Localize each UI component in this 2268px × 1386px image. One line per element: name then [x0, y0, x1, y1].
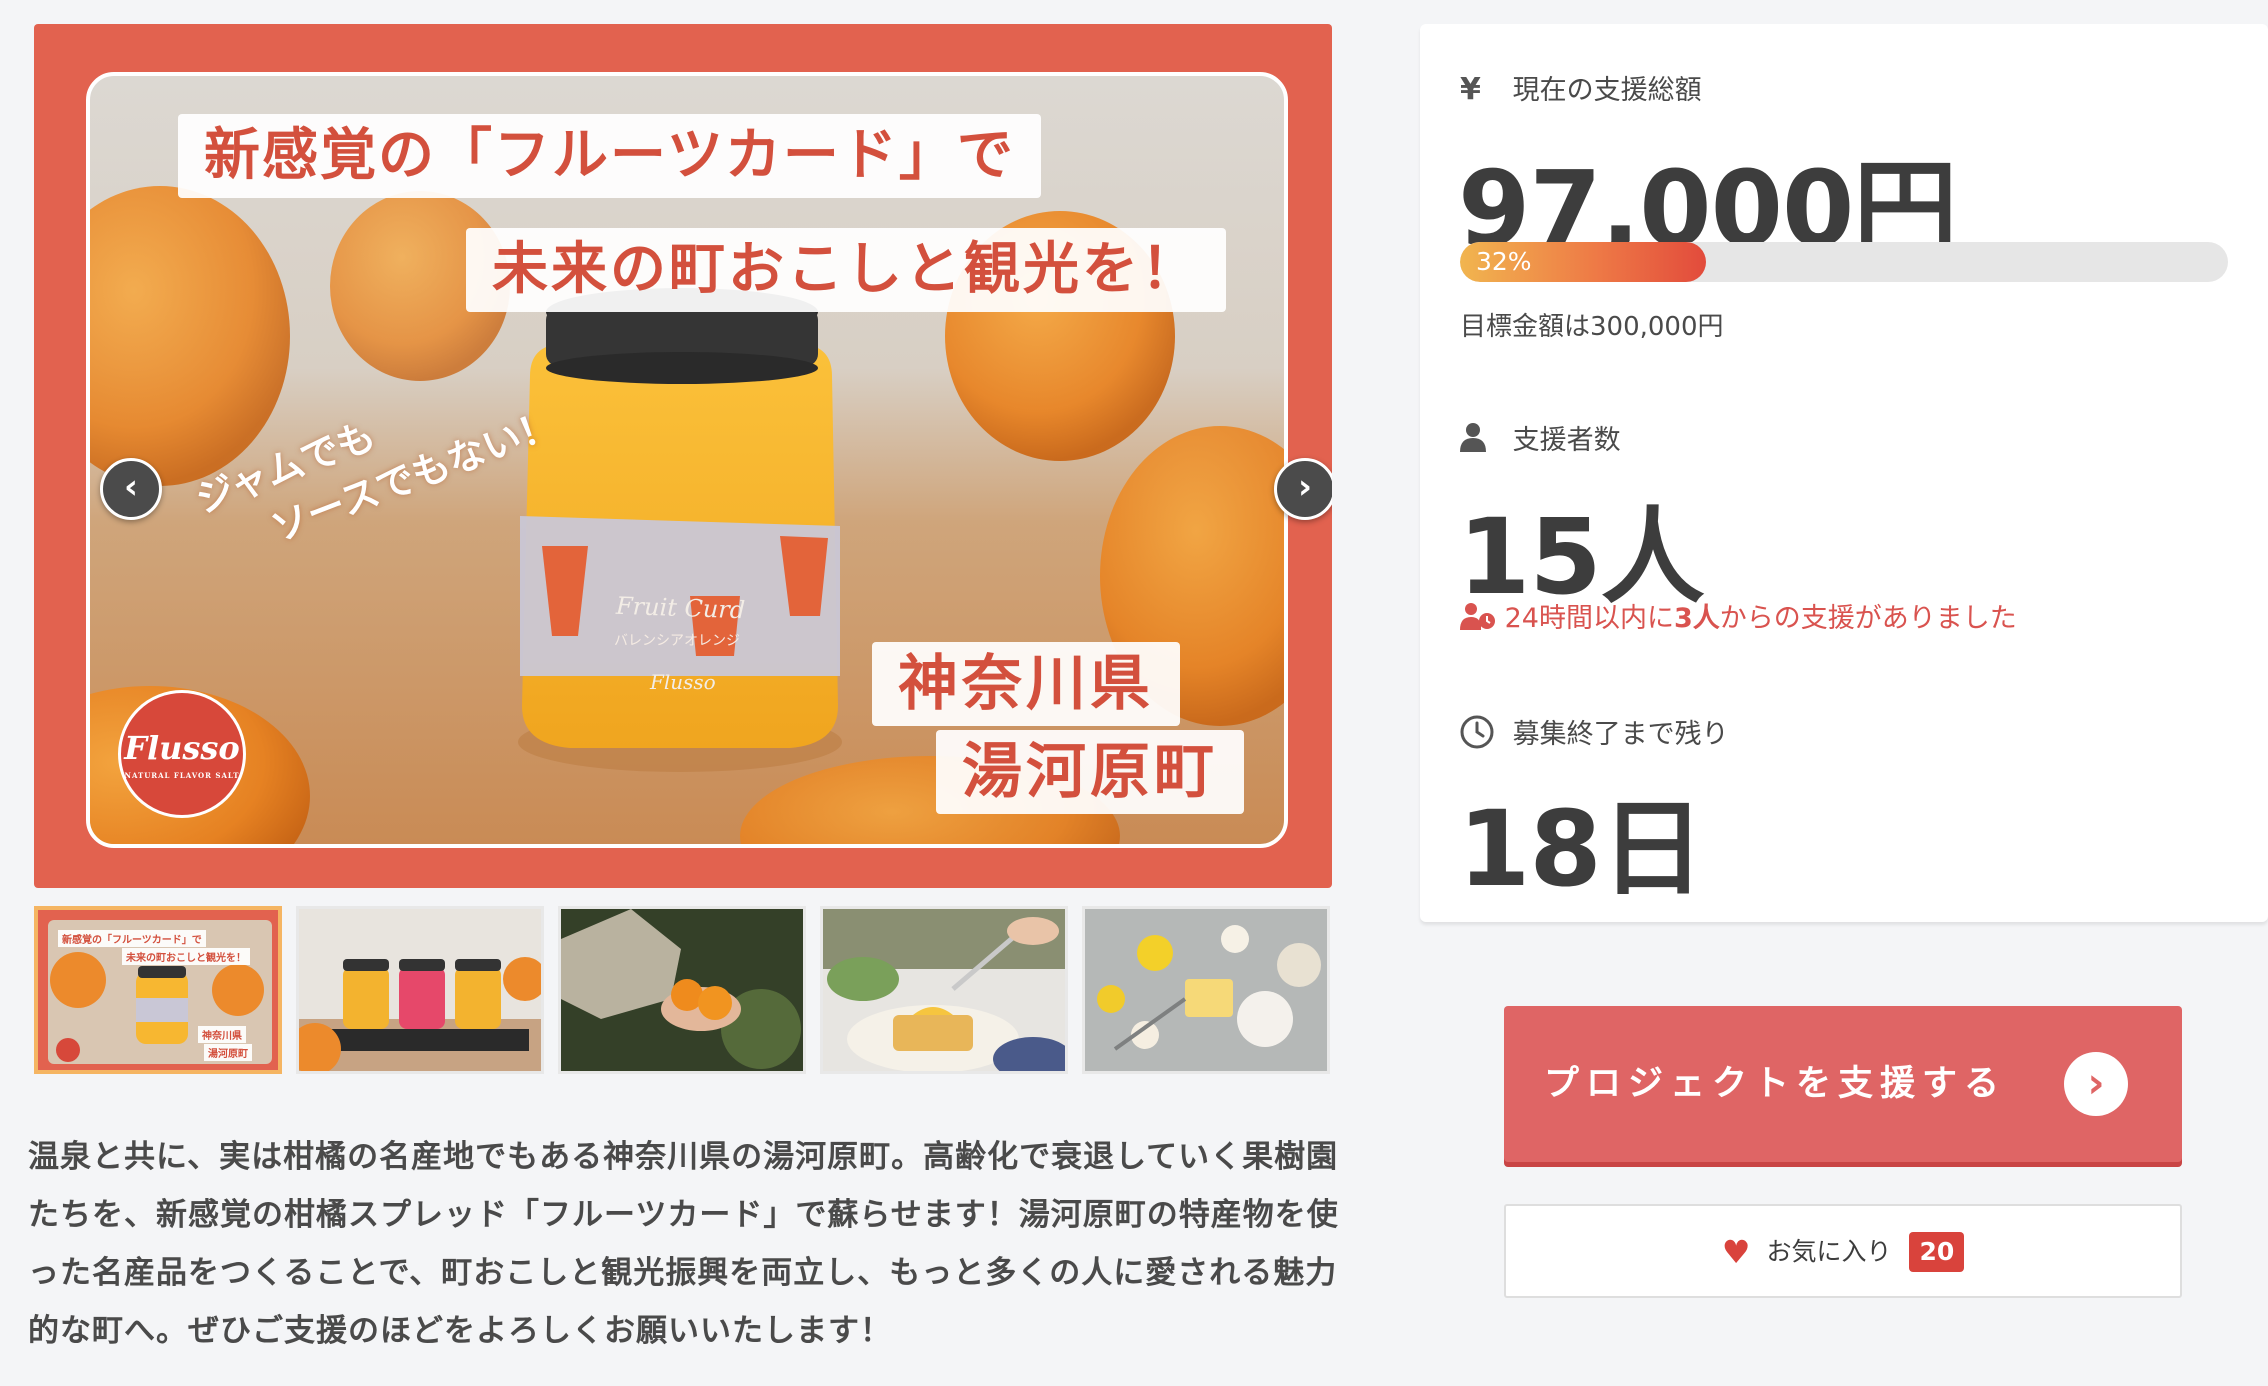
favorite-count-badge: 20: [1909, 1232, 1965, 1272]
thumbnail-3-art: [561, 909, 803, 1071]
flusso-logo: Flusso NATURAL FLAVOR SALT: [118, 690, 246, 818]
thumbnail-5-art: [1085, 909, 1327, 1071]
chevron-left-icon: ‹: [123, 467, 138, 507]
thumbnail-2[interactable]: [296, 906, 544, 1074]
jar-label: Fruit Curd: [615, 591, 746, 625]
logo-name: Flusso: [124, 729, 240, 767]
heart-icon: ♥: [1721, 1233, 1751, 1271]
recent-suffix: からの支援がありました: [1719, 603, 2017, 634]
time-label: 募集終了まで残り: [1512, 719, 1729, 750]
thumbnail-5[interactable]: [1082, 906, 1330, 1074]
hero-banner-line1: 新感覚の「フルーツカード」で: [178, 114, 1041, 198]
hero-banner-line2: 未来の町おこしと観光を！: [466, 228, 1226, 312]
support-project-button[interactable]: プロジェクトを支援する ›: [1504, 1006, 2182, 1162]
stats-card: ¥ 現在の支援総額 97,000円 32% 目標金額は300,000円 支援者数…: [1420, 24, 2268, 922]
thumbnail-4[interactable]: [820, 906, 1068, 1074]
total-label: 現在の支援総額: [1512, 75, 1702, 106]
thumbnail-1-line4: 湯河原町: [204, 1044, 252, 1061]
hero-photo: 新感覚の「フルーツカード」で 未来の町おこしと観光を！ ジャムでも ソースでもな…: [86, 72, 1288, 848]
goal-text: 目標金額は300,000円: [1460, 312, 1724, 342]
hero-image: 新感覚の「フルーツカード」で 未来の町おこしと観光を！ ジャムでも ソースでもな…: [34, 24, 1332, 888]
backers-label: 支援者数: [1512, 425, 1621, 456]
thumbnail-2-art: [299, 909, 541, 1071]
favorite-button[interactable]: ♥ お気に入り 20: [1504, 1204, 2182, 1298]
recent-backers-notice: 24時間以内に3人からの支援がありました: [1460, 596, 2017, 635]
funding-progress-bar: 32%: [1460, 242, 2228, 282]
carousel-next-button[interactable]: ›: [1274, 458, 1332, 520]
time-label-row: 募集終了まで残り: [1460, 712, 1729, 751]
recent-count: 3人: [1673, 603, 1720, 634]
hero-place-line2: 湯河原町: [936, 730, 1244, 814]
thumbnail-3[interactable]: [558, 906, 806, 1074]
logo-tagline: NATURAL FLAVOR SALT: [124, 771, 240, 780]
favorite-label: お気に入り: [1766, 1237, 1892, 1266]
thumbnail-1-line2: 未来の町おこしと観光を！: [122, 948, 250, 965]
recent-prefix: 24時間以内に: [1504, 603, 1674, 634]
thumbnail-strip: 新感覚の「フルーツカード」で 未来の町おこしと観光を！ 神奈川県 湯河原町: [34, 906, 1332, 1076]
backers-label-row: 支援者数: [1460, 418, 1621, 457]
hero-place-line1: 神奈川県: [872, 642, 1180, 726]
yen-icon: ¥: [1460, 72, 1481, 107]
jar-label-logo: Flusso: [650, 670, 716, 694]
project-description: 温泉と共に、実は柑橘の名産地でもある神奈川県の湯河原町。高齢化で衰退していく果樹…: [28, 1139, 1339, 1349]
carousel-prev-button[interactable]: ‹: [100, 458, 162, 520]
user-clock-icon: [1460, 603, 1505, 634]
support-button-label: プロジェクトを支援する: [1544, 1064, 2007, 1104]
thumbnail-1[interactable]: 新感覚の「フルーツカード」で 未来の町おこしと観光を！ 神奈川県 湯河原町: [34, 906, 282, 1074]
user-icon: [1460, 422, 1504, 457]
thumbnail-1-line3: 神奈川県: [198, 1026, 246, 1043]
chevron-right-icon: ›: [1297, 467, 1312, 507]
clock-icon: [1460, 715, 1504, 751]
jar-label-sub: バレンシアオレンジ: [614, 633, 740, 649]
total-label-row: ¥ 現在の支援総額: [1460, 68, 1702, 107]
thumbnail-1-line1: 新感覚の「フルーツカード」で: [58, 930, 206, 947]
thumbnail-4-art: [823, 909, 1065, 1071]
progress-percent: 32%: [1476, 247, 1532, 276]
time-left: 18日: [1458, 788, 1705, 910]
chevron-right-circle-icon: ›: [2064, 1052, 2128, 1116]
